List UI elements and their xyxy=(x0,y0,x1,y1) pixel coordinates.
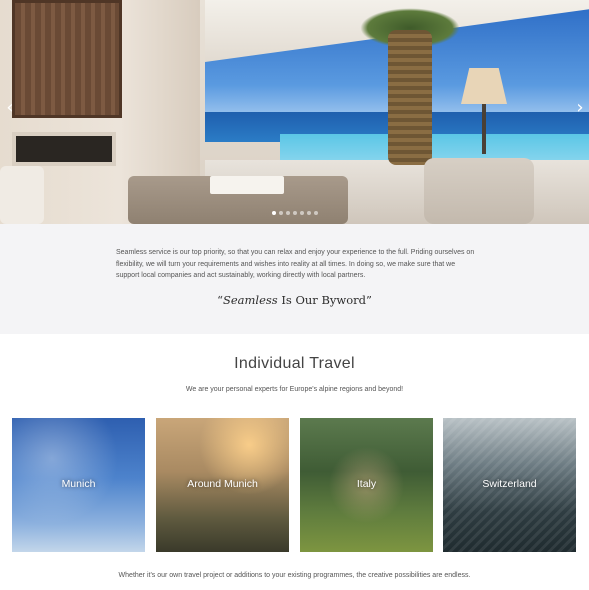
destination-label: Italy xyxy=(356,478,377,490)
destination-card-italy[interactable]: Italy xyxy=(300,418,433,552)
byword-quote: “Seamless Is Our Byword” xyxy=(0,293,589,307)
chevron-left-icon[interactable]: ‹ xyxy=(3,98,17,118)
hero-image-table xyxy=(210,176,284,194)
hero-image-fireplace xyxy=(12,132,116,166)
slider-dot[interactable] xyxy=(307,211,311,215)
slider-dot[interactable] xyxy=(272,211,276,215)
destination-label: Switzerland xyxy=(482,478,537,490)
hero-image-armchair xyxy=(424,158,534,224)
section-title: Individual Travel xyxy=(234,355,355,372)
intro-text: Seamless service is our top priority, so… xyxy=(116,249,475,279)
chevron-right-icon[interactable]: › xyxy=(573,98,587,118)
hero-image-cushion xyxy=(0,166,44,224)
quote-rest: Is Our Byword” xyxy=(277,293,372,307)
destination-card-around-munich[interactable]: Around Munich xyxy=(156,418,289,552)
intro-band: Seamless service is our top priority, so… xyxy=(0,224,589,334)
destination-label: Around Munich xyxy=(187,478,258,490)
hero-image-lamp-pole xyxy=(482,104,486,154)
hero-image-carved-door xyxy=(12,0,122,118)
hero-image-palm xyxy=(388,30,432,165)
slider-dot[interactable] xyxy=(314,211,318,215)
section-subtitle: We are your personal experts for Europe'… xyxy=(185,386,404,393)
slider-dot[interactable] xyxy=(300,211,304,215)
slider-dot[interactable] xyxy=(279,211,283,215)
slider-dot[interactable] xyxy=(286,211,290,215)
footer-text: Whether it's our own travel project or a… xyxy=(118,572,471,579)
quote-emphasis: Seamless xyxy=(222,293,278,307)
destination-card-switzerland[interactable]: Switzerland xyxy=(443,418,576,552)
slider-dot[interactable] xyxy=(293,211,297,215)
destination-label: Munich xyxy=(61,478,96,490)
hero-slider[interactable]: ‹ › xyxy=(0,0,589,224)
slider-dots xyxy=(272,211,318,217)
destination-card-munich[interactable]: Munich xyxy=(12,418,145,552)
